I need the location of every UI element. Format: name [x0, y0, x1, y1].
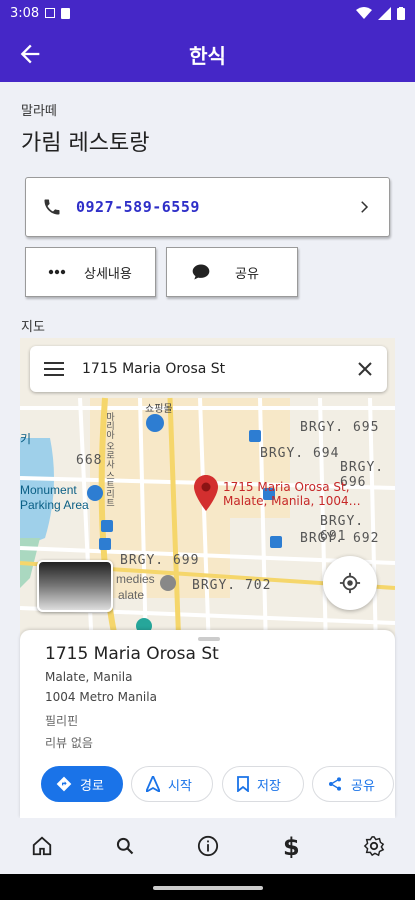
- detail-button[interactable]: 상세내용: [25, 247, 156, 297]
- map-label-brgy699: BRGY. 699: [120, 553, 200, 568]
- map-label-parking: Parking Area: [20, 498, 89, 512]
- sheet-reviews: 리뷰 없음: [45, 736, 93, 750]
- share-chip[interactable]: 공유: [312, 766, 394, 802]
- start-chip[interactable]: 시작: [131, 766, 213, 802]
- chevron-right-icon: [361, 201, 369, 213]
- app-bar: 한식: [0, 26, 415, 82]
- system-nav-bar: [0, 874, 415, 900]
- map-label-brgy702: BRGY. 702: [192, 578, 272, 593]
- search-icon: [116, 837, 133, 855]
- sd-card-icon: [61, 7, 71, 19]
- home-gesture-bar[interactable]: [153, 886, 263, 890]
- pin-address-label: 1715 Maria Orosa St, Malate, Manila, 100…: [223, 480, 361, 508]
- place-bottom-sheet: 1715 Maria Orosa St Malate, Manila 1004 …: [20, 630, 395, 818]
- share-button-label: 공유: [235, 266, 259, 282]
- my-location-button[interactable]: [323, 556, 377, 610]
- signal-icon: [378, 6, 391, 20]
- route-chip-label: 경로: [80, 778, 104, 794]
- location-pin-icon[interactable]: [194, 475, 218, 515]
- status-time: 3:08: [10, 5, 40, 21]
- pin-label-line1: 1715 Maria Orosa St,: [223, 480, 350, 494]
- nav-settings[interactable]: [354, 826, 394, 866]
- phone-card[interactable]: 0927-589-6559: [25, 177, 390, 237]
- sheet-country: 필리핀: [45, 714, 79, 728]
- map-label-brgy695: BRGY. 695: [300, 420, 380, 435]
- breadcrumb: 말라떼: [21, 104, 57, 119]
- close-icon[interactable]: [357, 361, 373, 377]
- nav-info[interactable]: [188, 826, 228, 866]
- nav-home[interactable]: [22, 826, 62, 866]
- gear-icon: [363, 836, 384, 857]
- bookmark-icon: [237, 776, 249, 792]
- battery-icon: [397, 6, 405, 20]
- map-label-brgy694: BRGY. 694: [260, 446, 340, 461]
- home-icon: [32, 836, 51, 856]
- notification-icon: [45, 8, 56, 18]
- map-label-medies: medies: [116, 572, 155, 586]
- map-label-street: 마리아 오로사 스트리트: [105, 412, 115, 508]
- share-chip-label: 공유: [351, 778, 375, 794]
- map-label-kyi: 키: [20, 432, 32, 446]
- share-button[interactable]: 공유: [166, 247, 298, 297]
- page-title: 한식: [189, 43, 226, 68]
- phone-icon: [44, 199, 60, 215]
- sheet-address-title: 1715 Maria Orosa St: [45, 644, 219, 664]
- save-chip[interactable]: 저장: [222, 766, 304, 802]
- directions-icon: [56, 776, 72, 792]
- sheet-drag-handle[interactable]: [198, 637, 220, 641]
- sheet-address-line2: 1004 Metro Manila: [45, 690, 157, 704]
- map-label-monument: Monument: [20, 483, 77, 497]
- map-label-shop: 쇼핑몰: [145, 404, 173, 415]
- map-search-bar[interactable]: 1715 Maria Orosa St: [30, 346, 387, 392]
- svg-text:$: $: [283, 834, 299, 858]
- share-icon: [329, 777, 341, 791]
- map-search-query[interactable]: 1715 Maria Orosa St: [82, 361, 225, 377]
- more-dots-icon: [48, 269, 66, 275]
- bottom-navigation: $: [0, 818, 415, 874]
- phone-number[interactable]: 0927-589-6559: [76, 198, 200, 216]
- map-label-brgy692: BRGY. 692: [300, 531, 380, 546]
- status-bar: 3:08: [0, 0, 415, 26]
- map-label-668: 668: [76, 453, 103, 468]
- nav-search[interactable]: [105, 826, 145, 866]
- dollar-icon: $: [283, 834, 299, 858]
- street-view-thumbnail[interactable]: [37, 560, 113, 612]
- info-icon: [197, 835, 218, 857]
- sheet-address-line1: Malate, Manila: [45, 670, 133, 684]
- chat-bubble-icon: [192, 264, 210, 280]
- map-section-label: 지도: [21, 320, 45, 335]
- detail-button-label: 상세내용: [84, 266, 132, 282]
- pin-label-line2: Malate, Manila, 1004…: [223, 494, 361, 508]
- menu-icon[interactable]: [44, 361, 64, 377]
- restaurant-name: 가림 레스토랑: [21, 131, 150, 156]
- map-label-malate: alate: [118, 588, 145, 602]
- start-chip-label: 시작: [168, 778, 192, 794]
- navigation-icon: [146, 776, 160, 792]
- wifi-icon: [356, 7, 372, 19]
- save-chip-label: 저장: [257, 778, 281, 794]
- back-arrow-icon[interactable]: [16, 40, 44, 68]
- route-chip[interactable]: 경로: [41, 766, 123, 802]
- crosshair-icon: [339, 572, 361, 594]
- nav-price[interactable]: $: [271, 826, 311, 866]
